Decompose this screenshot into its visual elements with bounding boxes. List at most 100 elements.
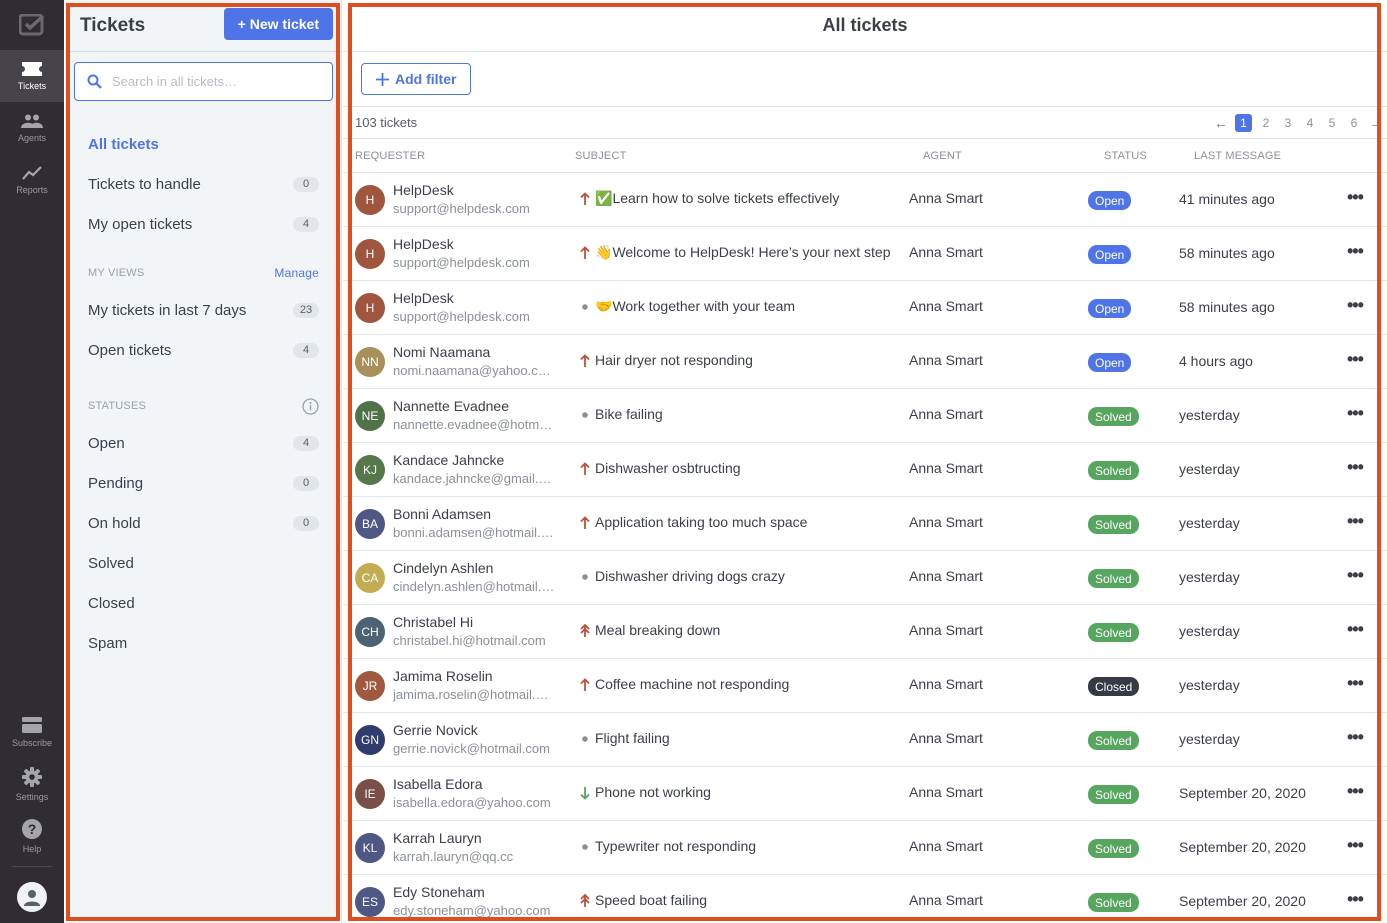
statuses-label: STATUSES (88, 400, 147, 412)
table-row[interactable]: NE Nannette Evadnee nannette.evadnee@hotma… (343, 389, 1387, 443)
more-options-icon[interactable]: ••• (1347, 295, 1364, 316)
status-badge: Solved (1088, 461, 1139, 480)
info-icon[interactable] (302, 397, 319, 415)
new-ticket-button[interactable]: + New ticket (223, 7, 333, 40)
ticket-subject[interactable]: Dishwasher driving dogs crazy (595, 568, 785, 584)
rail-item-help[interactable]: ? Help (0, 810, 64, 862)
table-row[interactable]: H HelpDesk support@helpdesk.com ✅Learn how … (343, 173, 1387, 227)
ticket-subject[interactable]: Hair dryer not responding (595, 352, 753, 368)
status-item-open[interactable]: Open 4 (88, 423, 319, 463)
table-row[interactable]: KL Karrah Lauryn karrah.lauryn@qq.cc Typewr… (343, 821, 1387, 875)
subject-text: Coffee machine not responding (595, 676, 790, 692)
table-row[interactable]: GN Gerrie Novick gerrie.novick@hotmail.com… (343, 713, 1387, 767)
ticket-subject[interactable]: Bike failing (595, 406, 663, 422)
subject-text: Phone not working (595, 784, 711, 800)
sidebar-item-my-open-tickets[interactable]: My open tickets 4 (88, 204, 319, 244)
status-item-spam[interactable]: Spam (88, 623, 319, 663)
rail-item-reports[interactable]: Reports (0, 154, 64, 206)
column-subject[interactable]: SUBJECT (575, 150, 627, 162)
page-3-button[interactable]: 3 (1277, 114, 1299, 132)
more-options-icon[interactable]: ••• (1347, 241, 1364, 262)
table-row[interactable]: IE Isabella Edora isabella.edora@yahoo.com… (343, 767, 1387, 821)
column-requester[interactable]: REQUESTER (355, 150, 425, 162)
search-box[interactable] (74, 62, 333, 101)
more-options-icon[interactable]: ••• (1347, 781, 1364, 802)
page-6-button[interactable]: 6 (1343, 114, 1365, 132)
page-4-button[interactable]: 4 (1299, 114, 1321, 132)
ticket-subject[interactable]: Application taking too much space (595, 514, 807, 530)
page-1-button[interactable]: 1 (1235, 113, 1252, 132)
ticket-subject[interactable]: 👋Welcome to HelpDesk! Here’s your next s… (595, 244, 890, 261)
column-agent[interactable]: AGENT (923, 150, 962, 162)
view-item-open-tickets[interactable]: Open tickets 4 (88, 330, 319, 370)
tickets-main: All tickets Add filter 103 tickets ← 1 2 3 4… (343, 0, 1387, 923)
more-options-icon[interactable]: ••• (1347, 457, 1364, 478)
rail-item-label: Tickets (17, 80, 47, 91)
more-options-icon[interactable]: ••• (1347, 349, 1364, 370)
subject-text: Typewriter not responding (595, 838, 757, 854)
table-row[interactable]: H HelpDesk support@helpdesk.com 🤝Work toget… (343, 281, 1387, 335)
more-options-icon[interactable]: ••• (1347, 187, 1364, 208)
table-row[interactable]: KJ Kandace Jahncke kandace.jahncke@gmail.c… (343, 443, 1387, 497)
view-item-my-tickets-in-last-7-days[interactable]: My tickets in last 7 days 23 (88, 290, 319, 330)
table-row[interactable]: BA Bonni Adamsen bonni.adamsen@hotmail.com… (343, 497, 1387, 551)
table-row[interactable]: ES Edy Stoneham edy.stoneham@yahoo.com Spee… (343, 875, 1387, 923)
agent-name: Anna Smart (909, 676, 983, 692)
last-message-time: yesterday (1179, 623, 1240, 639)
manage-views-link[interactable]: Manage (274, 266, 319, 280)
more-options-icon[interactable]: ••• (1347, 673, 1364, 694)
next-page-arrow-icon[interactable]: → (1365, 115, 1387, 131)
table-row[interactable]: CH Christabel Hi christabel.hi@hotmail.com… (343, 605, 1387, 659)
search-input[interactable] (112, 74, 312, 89)
table-row[interactable]: JR Jamima Roselin jamima.roselin@hotmail.c… (343, 659, 1387, 713)
prev-page-arrow-icon[interactable]: ← (1210, 115, 1232, 131)
add-filter-button[interactable]: Add filter (361, 63, 472, 95)
table-row[interactable]: NN Nomi Naamana nomi.naamana@yahoo.com Hair… (343, 335, 1387, 389)
logo[interactable] (0, 0, 64, 50)
more-options-icon[interactable]: ••• (1347, 403, 1364, 424)
more-options-icon[interactable]: ••• (1347, 835, 1364, 856)
ticket-subject[interactable]: ✅Learn how to solve tickets effectively (595, 190, 839, 207)
user-avatar-button[interactable] (0, 871, 64, 923)
ticket-subject[interactable]: Phone not working (595, 784, 711, 800)
priority-high-icon (579, 243, 591, 263)
status-item-pending[interactable]: Pending 0 (88, 463, 319, 503)
avatar: JR (355, 671, 385, 701)
table-row[interactable]: CA Cindelyn Ashlen cindelyn.ashlen@hotmail… (343, 551, 1387, 605)
main-header: All tickets (343, 0, 1387, 52)
requester-name: HelpDesk (393, 290, 454, 306)
status-item-on-hold[interactable]: On hold 0 (88, 503, 319, 543)
page-2-button[interactable]: 2 (1255, 114, 1277, 132)
page-5-button[interactable]: 5 (1321, 114, 1343, 132)
status-item-closed[interactable]: Closed (88, 583, 319, 623)
requester-email: bonni.adamsen@hotmail.com (393, 525, 555, 540)
ticket-subject[interactable]: Typewriter not responding (595, 838, 756, 854)
ticket-subject[interactable]: Speed boat failing (595, 892, 707, 908)
more-options-icon[interactable]: ••• (1347, 511, 1364, 532)
nav-item-label: Solved (88, 554, 134, 572)
table-row[interactable]: H HelpDesk support@helpdesk.com 👋Welcome to… (343, 227, 1387, 281)
status-item-solved[interactable]: Solved (88, 543, 319, 583)
column-last-message[interactable]: LAST MESSAGE (1194, 150, 1281, 162)
ticket-subject[interactable]: Meal breaking down (595, 622, 720, 638)
rail-item-tickets[interactable]: Tickets (0, 50, 64, 102)
more-options-icon[interactable]: ••• (1347, 727, 1364, 748)
status-badge: Solved (1088, 407, 1139, 426)
last-message-time: 4 hours ago (1179, 353, 1253, 369)
more-options-icon[interactable]: ••• (1347, 889, 1364, 910)
sidebar-item-tickets-to-handle[interactable]: Tickets to handle 0 (88, 164, 319, 204)
more-options-icon[interactable]: ••• (1347, 619, 1364, 640)
rail-item-settings[interactable]: Settings (0, 758, 64, 810)
sidebar-item-all-tickets[interactable]: All tickets (88, 124, 319, 164)
rail-item-agents[interactable]: Agents (0, 102, 64, 154)
avatar: NE (355, 401, 385, 431)
rail-item-subscribe[interactable]: Subscribe (0, 706, 64, 758)
status-badge: Solved (1088, 839, 1139, 858)
ticket-subject[interactable]: Dishwasher osbtructing (595, 460, 741, 476)
ticket-subject[interactable]: Coffee machine not responding (595, 676, 789, 692)
column-status[interactable]: STATUS (1104, 150, 1147, 162)
requester-name: Christabel Hi (393, 614, 474, 630)
more-options-icon[interactable]: ••• (1347, 565, 1364, 586)
ticket-subject[interactable]: Flight failing (595, 730, 670, 746)
ticket-subject[interactable]: 🤝Work together with your team (595, 298, 795, 315)
